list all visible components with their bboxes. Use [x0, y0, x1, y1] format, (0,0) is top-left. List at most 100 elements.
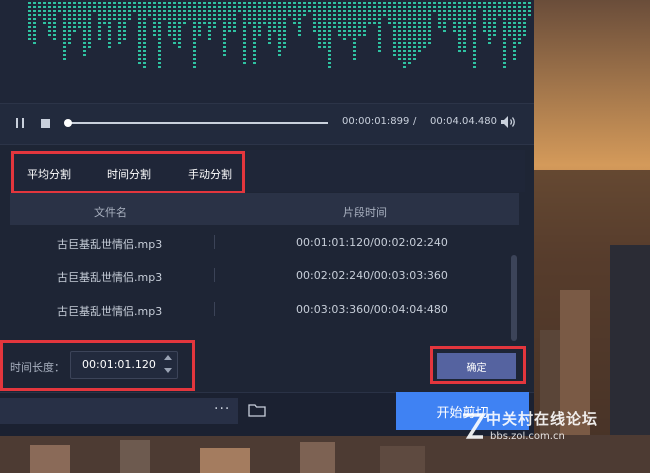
waveform-segment — [193, 54, 196, 56]
waveform-segment — [503, 6, 506, 8]
waveform-segment — [223, 14, 226, 16]
waveform-segment — [493, 2, 496, 4]
waveform-segment — [298, 26, 301, 28]
waveform-segment — [223, 26, 226, 28]
waveform-segment — [178, 42, 181, 44]
waveform-segment — [213, 2, 216, 4]
waveform-segment — [353, 26, 356, 28]
waveform-segment — [83, 50, 86, 52]
waveform-segment — [198, 14, 201, 16]
waveform-segment — [388, 18, 391, 20]
waveform-segment — [188, 14, 191, 16]
waveform-segment — [398, 2, 401, 4]
waveform-segment — [138, 54, 141, 56]
waveform-segment — [243, 6, 246, 8]
waveform-segment — [158, 42, 161, 44]
waveform-segment — [378, 42, 381, 44]
waveform-segment — [353, 10, 356, 12]
waveform-segment — [383, 6, 386, 8]
waveform-segment — [63, 2, 66, 4]
waveform-segment — [63, 38, 66, 40]
table-row-3-filename[interactable]: 古巨基乱世情侣.mp3 — [57, 303, 162, 319]
waveform-segment — [348, 6, 351, 8]
waveform-segment — [168, 18, 171, 20]
waveform-segment — [338, 2, 341, 4]
column-divider — [214, 235, 215, 249]
output-path-field[interactable] — [0, 398, 238, 424]
table-row-1-filename[interactable]: 古巨基乱世情侣.mp3 — [57, 236, 162, 252]
waveform-segment — [468, 22, 471, 24]
waveform-segment — [508, 22, 511, 24]
waveform-segment — [103, 6, 106, 8]
waveform-segment — [83, 34, 86, 36]
waveform-segment — [113, 2, 116, 4]
waveform-segment — [253, 38, 256, 40]
waveform-segment — [178, 34, 181, 36]
stop-icon[interactable] — [41, 119, 50, 128]
waveform-segment — [138, 46, 141, 48]
waveform-segment — [428, 42, 431, 44]
waveform-segment — [168, 26, 171, 28]
waveform-segment — [158, 22, 161, 24]
seek-slider-handle[interactable] — [64, 119, 72, 127]
waveform-segment — [488, 42, 491, 44]
waveform-segment — [183, 22, 186, 24]
waveform-segment — [138, 38, 141, 40]
waveform-segment — [523, 2, 526, 4]
more-icon[interactable]: ··· — [214, 401, 230, 417]
waveform-segment — [48, 6, 51, 8]
waveform-segment — [468, 10, 471, 12]
waveform-segment — [128, 2, 131, 4]
volume-icon[interactable] — [500, 115, 518, 129]
waveform-segment — [253, 30, 256, 32]
table-scrollbar[interactable] — [511, 255, 517, 341]
waveform-segment — [283, 34, 286, 36]
waveform-segment — [223, 54, 226, 56]
waveform-segment — [128, 6, 131, 8]
waveform-segment — [318, 22, 321, 24]
waveform-segment — [278, 14, 281, 16]
waveform-segment — [383, 10, 386, 12]
seek-slider[interactable] — [66, 122, 328, 124]
waveform-segment — [223, 34, 226, 36]
waveform-segment — [48, 18, 51, 20]
waveform-segment — [193, 34, 196, 36]
waveform-segment — [393, 50, 396, 52]
waveform-segment — [273, 10, 276, 12]
waveform-segment — [428, 2, 431, 4]
waveform-segment — [178, 10, 181, 12]
waveform-segment — [463, 6, 466, 8]
waveform-segment — [403, 10, 406, 12]
waveform-segment — [33, 2, 36, 4]
waveform-segment — [203, 18, 206, 20]
table-row-1-time[interactable]: 00:01:01:120/00:02:02:240 — [296, 236, 448, 249]
waveform-segment — [143, 2, 146, 4]
waveform-segment — [278, 54, 281, 56]
waveform-segment — [228, 10, 231, 12]
waveform-segment — [188, 2, 191, 4]
table-row-3-time[interactable]: 00:03:03:360/00:04:04:480 — [296, 303, 448, 316]
waveform-segment — [363, 10, 366, 12]
waveform-segment — [138, 30, 141, 32]
waveform-segment — [318, 2, 321, 4]
waveform-segment — [218, 6, 221, 8]
waveform-segment — [118, 18, 121, 20]
waveform-segment — [383, 14, 386, 16]
waveform-segment — [423, 38, 426, 40]
waveform-segment — [503, 30, 506, 32]
pause-icon[interactable] — [14, 118, 28, 128]
waveform-segment — [103, 10, 106, 12]
waveform — [0, 0, 534, 103]
waveform-segment — [33, 14, 36, 16]
waveform-segment — [33, 34, 36, 36]
waveform-segment — [243, 22, 246, 24]
waveform-segment — [378, 30, 381, 32]
waveform-segment — [88, 46, 91, 48]
table-row-2-time[interactable]: 00:02:02:240/00:03:03:360 — [296, 269, 448, 282]
waveform-segment — [473, 50, 476, 52]
folder-icon[interactable] — [248, 403, 266, 417]
waveform-segment — [163, 14, 166, 16]
waveform-segment — [498, 10, 501, 12]
waveform-segment — [138, 58, 141, 60]
table-row-2-filename[interactable]: 古巨基乱世情侣.mp3 — [57, 269, 162, 285]
